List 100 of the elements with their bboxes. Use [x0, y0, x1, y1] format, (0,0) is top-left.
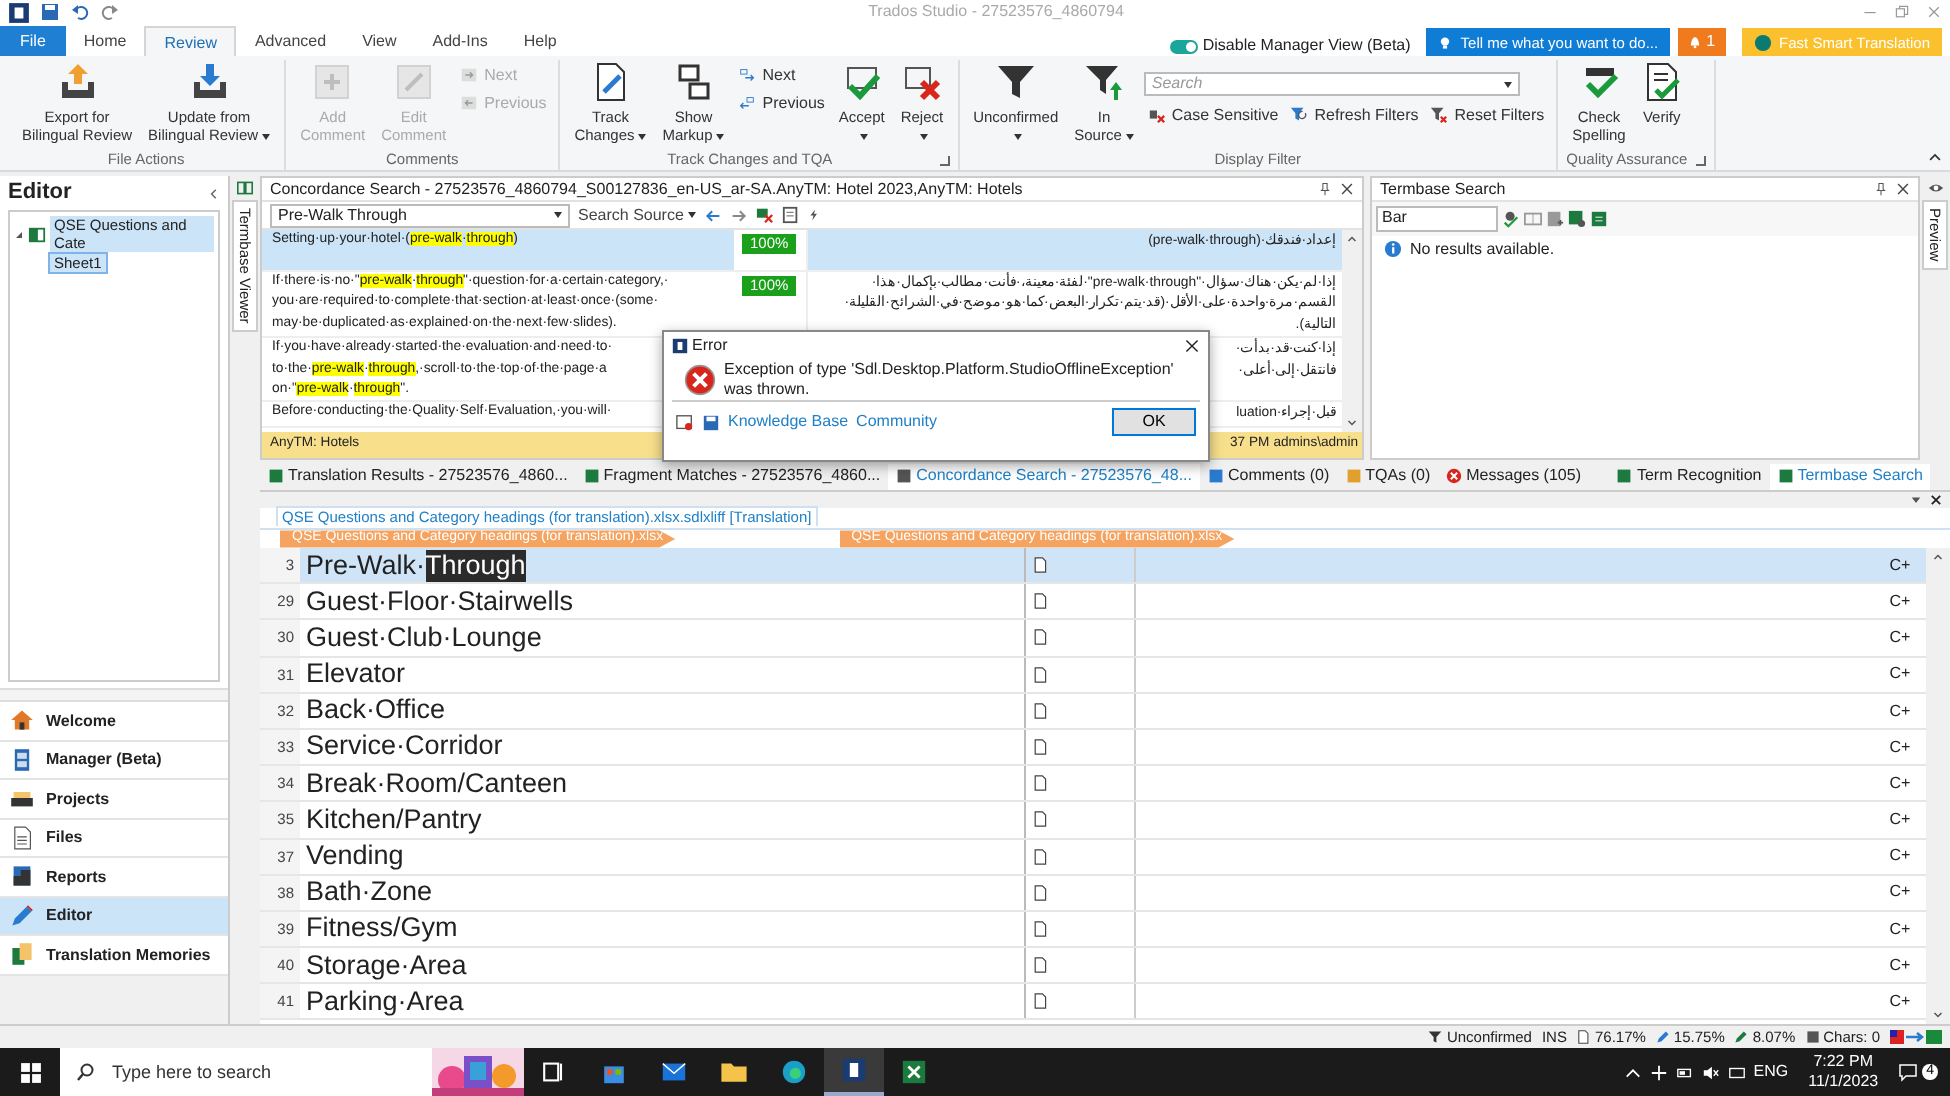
termbase-grid-icon[interactable]	[1590, 210, 1608, 228]
mail-icon[interactable]	[660, 1058, 688, 1086]
save-icon[interactable]	[702, 413, 720, 431]
speaker-muted-icon[interactable]	[1701, 1063, 1720, 1081]
ok-button[interactable]: OK	[1112, 408, 1196, 436]
ribbon-tab[interactable]: Add-Ins	[414, 26, 506, 56]
pane-tab[interactable]: TQAs (0)	[1337, 463, 1439, 489]
search-field[interactable]: Bar	[1376, 206, 1498, 232]
keyboard-icon[interactable]	[1727, 1063, 1746, 1081]
dropdown-icon[interactable]	[1910, 494, 1922, 506]
scroll-up-icon[interactable]	[1932, 552, 1944, 562]
taskbar-search-field[interactable]: Type here to search	[60, 1048, 524, 1096]
scrollbar[interactable]	[1342, 230, 1362, 432]
save-icon[interactable]	[40, 2, 60, 22]
nav-button[interactable]: Editor	[0, 897, 228, 937]
toggle-switch[interactable]	[1170, 39, 1199, 54]
pin-icon[interactable]	[1318, 182, 1332, 196]
notification-icon[interactable]	[1898, 1062, 1919, 1082]
ribbon-tab[interactable]: Help	[505, 26, 575, 56]
scroll-down-icon[interactable]	[1932, 1010, 1944, 1020]
clock-time[interactable]: 7:22 PM	[1813, 1052, 1873, 1072]
status-text: C+	[1887, 555, 1913, 575]
folder-icon[interactable]	[720, 1058, 748, 1086]
network-icon[interactable]	[1649, 1063, 1668, 1081]
pin-icon[interactable]	[1874, 182, 1888, 196]
clear-results-icon[interactable]	[755, 206, 774, 224]
spreadsheet-icon[interactable]	[900, 1058, 928, 1086]
pane-icon	[268, 468, 284, 484]
search-field[interactable]: Pre-Walk Through	[270, 203, 570, 227]
task-view-icon[interactable]	[540, 1058, 568, 1086]
ribbon-button[interactable]: Case Sensitive	[1143, 104, 1283, 128]
restore-icon[interactable]	[1894, 4, 1910, 20]
scroll-up-icon[interactable]	[1346, 234, 1358, 244]
battery-icon[interactable]	[1675, 1063, 1694, 1081]
caret-icon	[687, 212, 696, 218]
pane-tab[interactable]: Concordance Search - 27523576_48...	[888, 463, 1200, 489]
pane-tab[interactable]: Translation Results - 27523576_4860...	[260, 463, 576, 489]
ribbon-button[interactable]: Refresh Filters	[1286, 104, 1423, 128]
status-text: C+	[1887, 701, 1913, 721]
close-icon[interactable]	[1896, 182, 1910, 196]
list-add-icon[interactable]	[1546, 210, 1564, 228]
pane-tab[interactable]: Termbase Search	[1769, 463, 1931, 489]
ribbon-tab[interactable]: Review	[144, 26, 237, 56]
termbase-gear-icon[interactable]	[1568, 210, 1586, 228]
eye-icon	[1925, 180, 1945, 196]
ribbon-button[interactable]: Reset Filters	[1426, 104, 1549, 128]
lightning-icon[interactable]	[807, 206, 820, 224]
file-tab[interactable]: File	[0, 26, 66, 56]
browser-icon[interactable]	[780, 1058, 808, 1086]
pane-tab[interactable]: Fragment Matches - 27523576_4860...	[575, 463, 889, 489]
folder-tray-icon	[10, 786, 34, 811]
help-link[interactable]: Knowledge Base	[728, 412, 849, 432]
pencil-icon	[10, 903, 34, 928]
search-mode-dropdown[interactable]: Search Source	[578, 205, 696, 225]
pane-tab[interactable]: Messages (105)	[1438, 463, 1589, 489]
ribbon-tab[interactable]: Home	[65, 26, 145, 56]
ribbon-tab[interactable]: View	[344, 26, 415, 56]
dialog-launcher-icon[interactable]	[1695, 155, 1706, 165]
windows-start-icon[interactable]	[19, 1061, 41, 1083]
spreadsheet-icon	[28, 225, 46, 244]
language-indicator[interactable]: ENG	[1753, 1062, 1789, 1082]
status-text: C+	[1887, 919, 1913, 939]
clock-date[interactable]: 11/1/2023	[1808, 1072, 1879, 1092]
lightbulb-icon	[1438, 33, 1453, 51]
undo-icon[interactable]	[70, 2, 90, 22]
ribbon-tab[interactable]: Advanced	[236, 26, 345, 56]
ribbon-button[interactable]: Previous	[734, 91, 829, 115]
previous-icon	[460, 93, 479, 112]
redo-icon[interactable]	[100, 2, 120, 22]
scrollbar[interactable]	[1926, 548, 1950, 1024]
settings-icon[interactable]	[781, 206, 800, 224]
dialog-launcher-icon[interactable]	[939, 155, 950, 165]
toggle-label: Disable Manager View (Beta)	[1202, 36, 1411, 56]
expanded-arrow-icon[interactable]	[14, 229, 24, 240]
help-link[interactable]: Community	[856, 412, 937, 432]
studio-app-icon[interactable]	[840, 1056, 868, 1084]
close-icon[interactable]	[1184, 337, 1200, 353]
reject-cross-icon	[901, 62, 942, 102]
document-icon	[1576, 1030, 1591, 1044]
close-icon[interactable]	[1930, 494, 1942, 506]
window-error-icon[interactable]	[676, 413, 694, 431]
person-search-icon[interactable]	[1502, 210, 1520, 228]
pane-icon	[583, 468, 600, 484]
back-arrow-icon[interactable]	[703, 207, 722, 223]
status-text: C+	[1887, 846, 1913, 866]
message-text: No results available.	[1410, 240, 1555, 260]
splitter-handle[interactable]	[0, 688, 228, 703]
funnel-icon	[1428, 1030, 1443, 1044]
pane-tab[interactable]: Comments (0)	[1199, 463, 1338, 489]
scroll-down-icon[interactable]	[1346, 418, 1358, 428]
forward-arrow-icon[interactable]	[729, 207, 748, 223]
edit-comment-icon	[393, 62, 434, 102]
pane-tab[interactable]: Term Recognition	[1608, 463, 1770, 489]
status-text: C+	[1887, 591, 1913, 612]
refresh-funnel-icon	[1290, 106, 1309, 125]
ribbon-button[interactable]: Next	[734, 64, 829, 88]
status-text: C+	[1887, 664, 1913, 684]
close-icon[interactable]	[1340, 182, 1354, 196]
source-segment: Break·Room/Canteen	[300, 766, 1026, 801]
collapse-ribbon-icon[interactable]	[1928, 150, 1942, 164]
